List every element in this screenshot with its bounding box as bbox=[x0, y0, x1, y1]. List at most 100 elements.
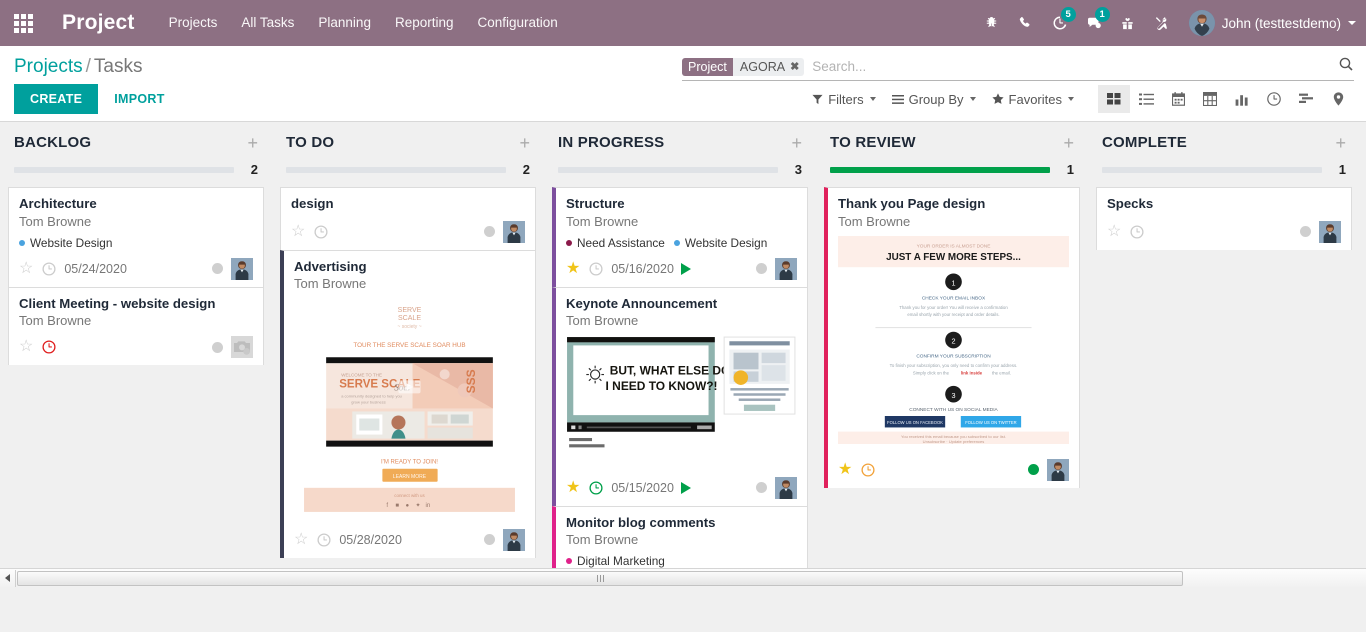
search-facet-project[interactable]: Project AGORA ✖ bbox=[682, 58, 804, 76]
kanban-state-dot[interactable] bbox=[484, 534, 495, 545]
apps-menu-icon[interactable] bbox=[0, 14, 46, 33]
kanban-state-dot[interactable] bbox=[212, 263, 223, 274]
avatar[interactable] bbox=[1047, 459, 1069, 481]
schedule-activity-clock-icon[interactable] bbox=[589, 481, 603, 495]
kanban-card[interactable]: Client Meeting - website design Tom Brow… bbox=[8, 287, 264, 366]
create-button[interactable]: CREATE bbox=[14, 84, 98, 114]
close-icon[interactable]: ✖ bbox=[790, 60, 799, 73]
activity-view-button[interactable] bbox=[1258, 85, 1290, 113]
kanban-view-button[interactable] bbox=[1098, 85, 1130, 113]
list-view-button[interactable] bbox=[1130, 85, 1162, 113]
menu-item-configuration[interactable]: Configuration bbox=[466, 0, 570, 46]
kanban-progress-bar[interactable] bbox=[286, 167, 506, 173]
scrollbar-track[interactable] bbox=[16, 570, 1366, 587]
priority-star-icon[interactable]: ★ bbox=[838, 462, 852, 478]
app-brand-title[interactable]: Project bbox=[46, 11, 157, 35]
kanban-state-dot[interactable] bbox=[1300, 226, 1311, 237]
scrollbar-thumb[interactable] bbox=[17, 571, 1183, 586]
activity-clock-icon[interactable]: 5 bbox=[1043, 0, 1077, 46]
card-tag[interactable]: Website Design bbox=[674, 236, 767, 250]
kanban-column-title[interactable]: TO DO bbox=[286, 134, 334, 151]
phone-icon[interactable] bbox=[1009, 0, 1043, 46]
kanban-card[interactable]: Advertising Tom Browne SERVE SCALE ~ soc… bbox=[280, 250, 536, 558]
map-view-button[interactable] bbox=[1322, 85, 1354, 113]
add-card-icon[interactable]: + bbox=[247, 137, 258, 149]
add-card-icon[interactable]: + bbox=[1063, 137, 1074, 149]
avatar[interactable] bbox=[775, 477, 797, 499]
kanban-column-title[interactable]: BACKLOG bbox=[14, 134, 91, 151]
schedule-activity-clock-icon[interactable] bbox=[42, 262, 56, 276]
priority-star-icon[interactable]: ☆ bbox=[294, 532, 308, 548]
svg-text:in: in bbox=[426, 503, 431, 509]
kanban-state-dot[interactable] bbox=[484, 226, 495, 237]
kanban-card[interactable]: Monitor blog comments Tom Browne Digital… bbox=[552, 506, 808, 568]
card-title: Advertising bbox=[294, 259, 525, 276]
priority-star-icon[interactable]: ☆ bbox=[19, 339, 33, 355]
calendar-view-button[interactable] bbox=[1162, 85, 1194, 113]
avatar[interactable] bbox=[1319, 221, 1341, 243]
add-card-icon[interactable]: + bbox=[519, 137, 530, 149]
kanban-state-dot[interactable] bbox=[1028, 464, 1039, 475]
menu-item-planning[interactable]: Planning bbox=[306, 0, 383, 46]
horizontal-scrollbar[interactable] bbox=[0, 568, 1366, 587]
kanban-progress-bar[interactable] bbox=[558, 167, 778, 173]
scroll-left-arrow-icon[interactable] bbox=[0, 570, 16, 587]
schedule-activity-clock-icon[interactable] bbox=[317, 533, 331, 547]
schedule-activity-clock-icon[interactable] bbox=[314, 225, 328, 239]
bug-icon[interactable] bbox=[975, 0, 1009, 46]
kanban-state-dot[interactable] bbox=[756, 263, 767, 274]
schedule-activity-clock-icon[interactable] bbox=[1130, 225, 1144, 239]
import-button[interactable]: IMPORT bbox=[104, 84, 174, 114]
kanban-column-title[interactable]: COMPLETE bbox=[1102, 134, 1187, 151]
play-timer-icon[interactable] bbox=[681, 482, 691, 494]
card-tag[interactable]: Website Design bbox=[19, 236, 112, 250]
priority-star-icon[interactable]: ★ bbox=[566, 261, 580, 277]
avatar[interactable] bbox=[503, 221, 525, 243]
kanban-card[interactable]: design ☆ bbox=[280, 187, 536, 251]
group-by-dropdown[interactable]: Group By bbox=[884, 88, 984, 111]
kanban-card[interactable]: Keynote Announcement Tom Browne BUT, WHA… bbox=[552, 287, 808, 507]
search-input[interactable] bbox=[808, 58, 1332, 75]
priority-star-icon[interactable]: ☆ bbox=[291, 224, 305, 240]
gantt-view-button[interactable] bbox=[1290, 85, 1322, 113]
user-menu[interactable]: John (testtestdemo) bbox=[1179, 10, 1356, 36]
avatar[interactable] bbox=[503, 529, 525, 551]
avatar[interactable] bbox=[775, 258, 797, 280]
avatar[interactable] bbox=[231, 258, 253, 280]
kanban-progress-bar[interactable] bbox=[1102, 167, 1322, 173]
schedule-activity-clock-icon[interactable] bbox=[589, 262, 603, 276]
add-card-icon[interactable]: + bbox=[1335, 137, 1346, 149]
kanban-progress-bar[interactable] bbox=[14, 167, 234, 173]
messages-icon[interactable]: 1 bbox=[1077, 0, 1111, 46]
kanban-progress-bar[interactable] bbox=[830, 167, 1050, 173]
camera-placeholder-icon[interactable] bbox=[231, 336, 253, 358]
favorites-dropdown[interactable]: Favorites bbox=[984, 88, 1082, 111]
kanban-state-dot[interactable] bbox=[756, 482, 767, 493]
kanban-card[interactable]: Structure Tom Browne Need Assistance Web… bbox=[552, 187, 808, 288]
play-timer-icon[interactable] bbox=[681, 263, 691, 275]
kanban-state-dot[interactable] bbox=[212, 342, 223, 353]
kanban-card[interactable]: Thank you Page design Tom Browne YOUR OR… bbox=[824, 187, 1080, 488]
kanban-card[interactable]: Specks ☆ bbox=[1096, 187, 1352, 250]
menu-item-all-tasks[interactable]: All Tasks bbox=[229, 0, 306, 46]
tools-icon[interactable] bbox=[1145, 0, 1179, 46]
priority-star-icon[interactable]: ☆ bbox=[19, 261, 33, 277]
breadcrumb-projects-link[interactable]: Projects bbox=[14, 56, 83, 77]
card-tag[interactable]: Need Assistance bbox=[566, 236, 665, 250]
menu-item-reporting[interactable]: Reporting bbox=[383, 0, 466, 46]
schedule-activity-clock-icon[interactable] bbox=[861, 463, 875, 477]
kanban-column-title[interactable]: TO REVIEW bbox=[830, 134, 916, 151]
filters-dropdown[interactable]: Filters bbox=[804, 88, 883, 111]
gift-icon[interactable] bbox=[1111, 0, 1145, 46]
schedule-activity-clock-icon[interactable] bbox=[42, 340, 56, 354]
menu-item-projects[interactable]: Projects bbox=[157, 0, 230, 46]
search-icon[interactable] bbox=[1332, 56, 1354, 77]
priority-star-icon[interactable]: ☆ bbox=[1107, 224, 1121, 240]
kanban-card[interactable]: Architecture Tom Browne Website Design ☆… bbox=[8, 187, 264, 288]
kanban-column-title[interactable]: IN PROGRESS bbox=[558, 134, 664, 151]
pivot-view-button[interactable] bbox=[1194, 85, 1226, 113]
card-tag[interactable]: Digital Marketing bbox=[566, 554, 665, 568]
graph-view-button[interactable] bbox=[1226, 85, 1258, 113]
add-card-icon[interactable]: + bbox=[791, 137, 802, 149]
priority-star-icon[interactable]: ★ bbox=[566, 480, 580, 496]
